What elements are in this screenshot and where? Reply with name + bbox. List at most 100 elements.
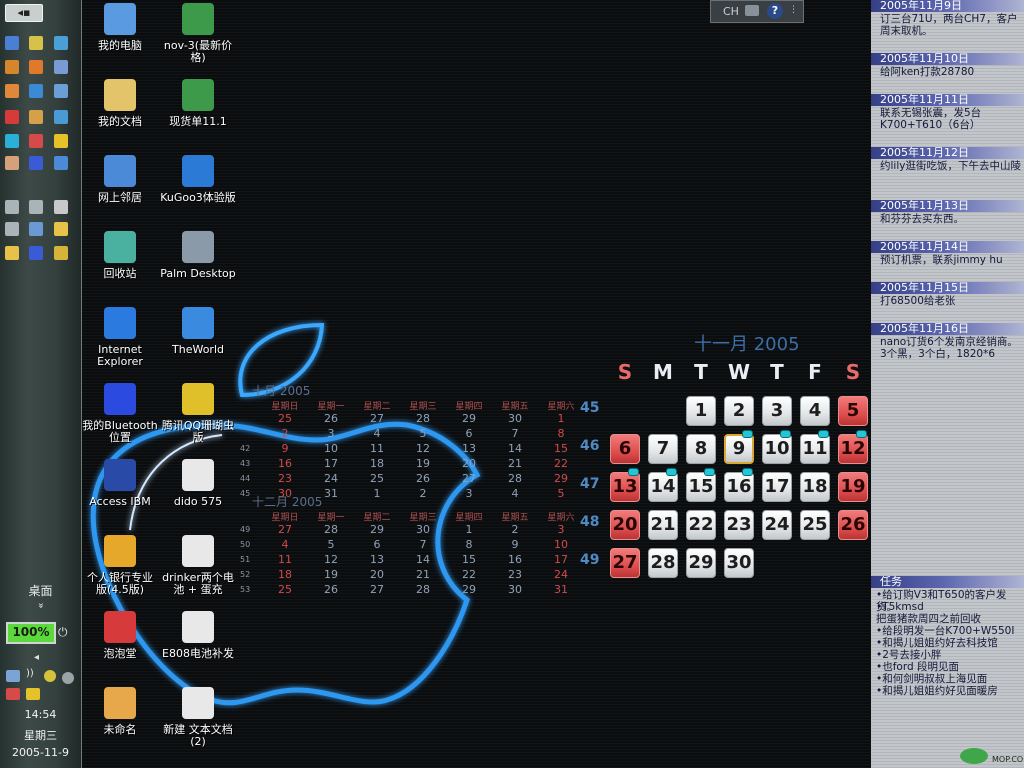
calendar-day[interactable]: 14	[648, 472, 678, 502]
small-calendar-day[interactable]: 9	[492, 538, 538, 551]
desktop-icon[interactable]: Internet Explorer	[82, 307, 158, 368]
note-date-header[interactable]: 2005年11月12日	[871, 147, 1024, 159]
quick-launch-icon[interactable]	[29, 110, 43, 124]
language-bar[interactable]: CH ? ⋮	[710, 0, 804, 23]
desktop-icon[interactable]: dido 575	[160, 459, 236, 508]
calendar-day[interactable]: 8	[686, 434, 716, 464]
note-date-header[interactable]: 2005年11月10日	[871, 53, 1024, 65]
small-calendar-day[interactable]: 28	[492, 472, 538, 485]
small-calendar-day[interactable]: 15	[446, 553, 492, 566]
tray-user-icon[interactable]	[6, 670, 20, 682]
small-calendar-day[interactable]: 24	[538, 568, 584, 581]
note-text[interactable]: 预订机票，联系jimmy hu	[880, 254, 1022, 266]
calendar-day[interactable]: 27	[610, 548, 640, 578]
note-text[interactable]: nano订货6个发南京经销商。3个黑，3个白，1820*6	[880, 336, 1022, 360]
quick-launch-icon[interactable]	[29, 84, 43, 98]
desktop-icon[interactable]: 个人银行专业版(4.5版)	[82, 535, 158, 596]
quick-launch-icon[interactable]	[29, 60, 43, 74]
small-calendar-day[interactable]: 19	[308, 568, 354, 581]
quick-launch-icon[interactable]	[54, 156, 68, 170]
collapse-arrow-icon[interactable]: ◂	[34, 652, 39, 663]
small-calendar-day[interactable]: 25	[262, 412, 308, 425]
task-item[interactable]: •也ford 段明见面	[876, 661, 1022, 673]
small-calendar-day[interactable]: 10	[538, 538, 584, 551]
small-calendar-day[interactable]: 22	[446, 568, 492, 581]
calendar-day[interactable]: 24	[762, 510, 792, 540]
small-calendar-day[interactable]: 28	[308, 523, 354, 536]
small-calendar-day[interactable]: 3	[446, 487, 492, 500]
calendar-day[interactable]: 9	[724, 434, 754, 464]
small-calendar-day[interactable]: 29	[538, 472, 584, 485]
desktop-icon[interactable]: 我的Bluetooth位置	[82, 383, 158, 444]
desktop-icon[interactable]: 我的电脑	[82, 3, 158, 52]
small-calendar-day[interactable]: 10	[308, 442, 354, 455]
note-text[interactable]: 联系无锡张震，发5台K700+T610（6台）	[880, 107, 1022, 131]
calendar-day[interactable]: 29	[686, 548, 716, 578]
calendar-day[interactable]: 30	[724, 548, 754, 578]
language-indicator[interactable]: CH	[723, 5, 739, 18]
small-calendar-day[interactable]: 1	[446, 523, 492, 536]
small-calendar-day[interactable]: 25	[262, 583, 308, 596]
small-calendar-day[interactable]: 1	[354, 487, 400, 500]
small-calendar-day[interactable]: 12	[400, 442, 446, 455]
small-calendar-day[interactable]: 29	[446, 583, 492, 596]
desktop-icon[interactable]: KuGoo3体验版	[160, 155, 236, 204]
small-calendar-day[interactable]: 5	[308, 538, 354, 551]
quick-launch-icon[interactable]	[5, 200, 19, 214]
desktop-icon[interactable]: Access IBM	[82, 459, 158, 508]
desktop-icon[interactable]: 现货单11.1	[160, 79, 236, 128]
note-date-header[interactable]: 2005年11月9日	[871, 0, 1024, 12]
small-calendar-day[interactable]: 17	[538, 553, 584, 566]
calendar-day[interactable]: 6	[610, 434, 640, 464]
task-item[interactable]: •2号去接小胖	[876, 649, 1022, 661]
quick-launch-icon[interactable]	[29, 36, 43, 50]
quick-launch-icon[interactable]	[5, 134, 19, 148]
desktop-icon[interactable]: 网上邻居	[82, 155, 158, 204]
calendar-day[interactable]: 2	[724, 396, 754, 426]
note-date-header[interactable]: 2005年11月14日	[871, 241, 1024, 253]
calendar-day[interactable]: 4	[800, 396, 830, 426]
small-calendar-day[interactable]: 2	[492, 523, 538, 536]
quick-launch-icon[interactable]	[54, 84, 68, 98]
small-calendar-day[interactable]: 7	[492, 427, 538, 440]
calendar-day[interactable]: 19	[838, 472, 868, 502]
calendar-day[interactable]: 20	[610, 510, 640, 540]
small-calendar-day[interactable]: 13	[354, 553, 400, 566]
note-text[interactable]: 给阿ken打款28780	[880, 66, 1022, 78]
note-date-header[interactable]: 2005年11月13日	[871, 200, 1024, 212]
quick-launch-icon[interactable]	[54, 134, 68, 148]
note-text[interactable]: 约lily逛街吃饭，下午去中山陵	[880, 160, 1022, 172]
calendar-day[interactable]: 18	[800, 472, 830, 502]
small-calendar-day[interactable]: 6	[354, 538, 400, 551]
quick-launch-icon[interactable]	[5, 222, 19, 236]
desktop-icon[interactable]: drinker两个电池 + 蛋充	[160, 535, 236, 596]
quick-launch-icon[interactable]	[5, 156, 19, 170]
small-calendar-day[interactable]: 11	[262, 553, 308, 566]
small-calendar-day[interactable]: 15	[538, 442, 584, 455]
small-calendar-day[interactable]: 24	[308, 472, 354, 485]
sidebar-menu-button[interactable]: ◂▪	[5, 4, 43, 22]
calendar-day[interactable]: 26	[838, 510, 868, 540]
desktop-icon[interactable]: E808电池补发	[160, 611, 236, 660]
small-calendar-day[interactable]: 21	[492, 457, 538, 470]
desktop-icon[interactable]: 回收站	[82, 231, 158, 280]
quick-launch-icon[interactable]	[5, 60, 19, 74]
note-text[interactable]: 和芬芬去买东西。	[880, 213, 1022, 225]
desktop-icon[interactable]: 新建 文本文档 (2)	[160, 687, 236, 748]
calendar-day[interactable]: 11	[800, 434, 830, 464]
quick-launch-icon[interactable]	[54, 222, 68, 236]
calendar-day[interactable]: 17	[762, 472, 792, 502]
small-calendar-day[interactable]: 20	[354, 568, 400, 581]
quick-launch-icon[interactable]	[29, 222, 43, 236]
small-calendar-day[interactable]: 18	[354, 457, 400, 470]
calendar-day[interactable]: 7	[648, 434, 678, 464]
small-calendar-day[interactable]: 27	[446, 472, 492, 485]
small-calendar-day[interactable]: 23	[492, 568, 538, 581]
quick-launch-icon[interactable]	[5, 246, 19, 260]
small-calendar-day[interactable]: 8	[446, 538, 492, 551]
calendar-day[interactable]: 25	[800, 510, 830, 540]
small-calendar-day[interactable]: 18	[262, 568, 308, 581]
small-calendar-day[interactable]: 31	[538, 583, 584, 596]
quick-launch-icon[interactable]	[54, 246, 68, 260]
calendar-day[interactable]: 21	[648, 510, 678, 540]
